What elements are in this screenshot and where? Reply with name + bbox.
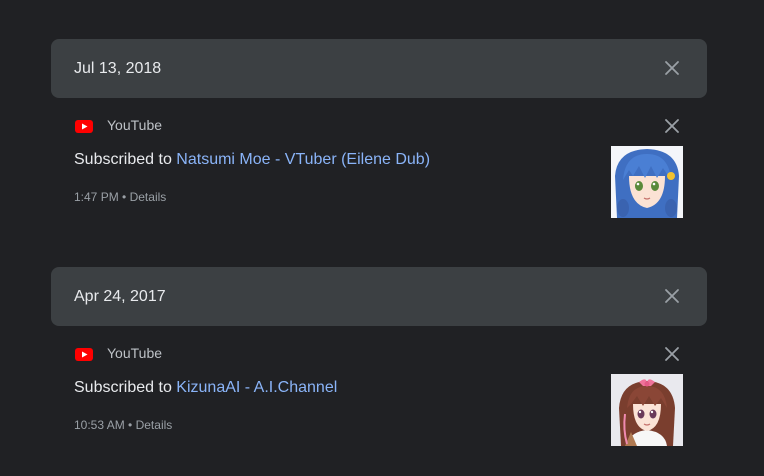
- date-label: Jul 13, 2018: [74, 60, 162, 77]
- product-name: YouTube: [107, 117, 163, 133]
- avatar-brown-hair-image: [611, 374, 683, 446]
- delete-item-button[interactable]: [660, 342, 684, 366]
- delete-day-button[interactable]: [660, 56, 684, 80]
- activity-prefix: Subscribed to: [74, 151, 172, 168]
- activity-title: Subscribed to Natsumi Moe - VTuber (Eile…: [74, 151, 430, 169]
- product-name: YouTube: [107, 345, 163, 361]
- close-icon: [665, 119, 679, 133]
- details-link[interactable]: Details: [136, 418, 173, 432]
- channel-thumbnail[interactable]: [611, 374, 683, 446]
- close-icon: [665, 347, 679, 361]
- activity-page: Jul 13, 2018 YouTube Subscribed to Natsu…: [0, 0, 764, 476]
- channel-thumbnail[interactable]: [611, 146, 683, 218]
- activity-item: YouTube Subscribed to Natsumi Moe - VTub…: [51, 109, 707, 229]
- activity-title: Subscribed to KizunaAI - A.I.Channel: [74, 379, 337, 397]
- activity-meta: 10:53 AM • Details: [74, 418, 172, 432]
- details-link[interactable]: Details: [130, 190, 167, 204]
- activity-prefix: Subscribed to: [74, 379, 172, 396]
- close-icon: [665, 61, 679, 75]
- activity-time: 1:47 PM: [74, 190, 119, 204]
- avatar-blue-hair-image: [611, 146, 683, 218]
- delete-item-button[interactable]: [660, 114, 684, 138]
- youtube-icon: [75, 348, 93, 361]
- meta-separator: •: [122, 190, 127, 204]
- activity-item: YouTube Subscribed to KizunaAI - A.I.Cha…: [51, 337, 707, 457]
- delete-day-button[interactable]: [660, 284, 684, 308]
- activity-meta: 1:47 PM • Details: [74, 190, 166, 204]
- date-header: Apr 24, 2017: [51, 267, 707, 326]
- meta-separator: •: [128, 418, 133, 432]
- channel-link[interactable]: KizunaAI - A.I.Channel: [176, 379, 337, 396]
- activity-time: 10:53 AM: [74, 418, 125, 432]
- date-header: Jul 13, 2018: [51, 39, 707, 98]
- channel-link[interactable]: Natsumi Moe - VTuber (Eilene Dub): [176, 151, 430, 168]
- youtube-icon: [75, 120, 93, 133]
- date-label: Apr 24, 2017: [74, 288, 166, 305]
- close-icon: [665, 289, 679, 303]
